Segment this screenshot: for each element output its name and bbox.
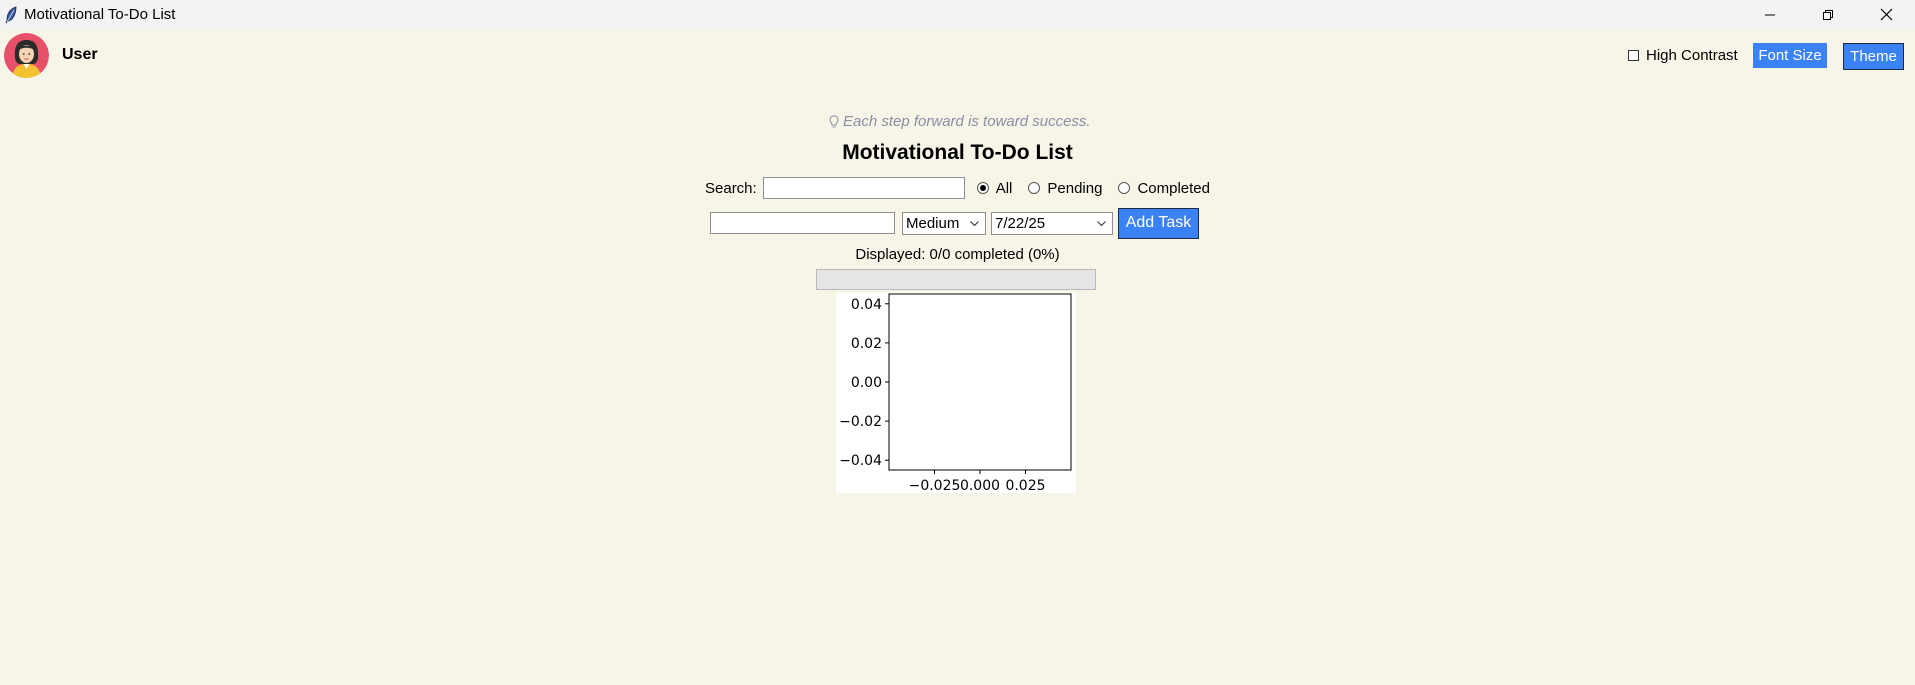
font-size-button[interactable]: Font Size: [1753, 43, 1827, 68]
status-text: Displayed: 0/0 completed (0%): [855, 246, 1060, 263]
close-button[interactable]: [1857, 0, 1915, 29]
filter-pending[interactable]: Pending: [1028, 180, 1102, 197]
priority-value: Medium: [906, 214, 960, 232]
minimize-button[interactable]: [1741, 0, 1799, 29]
chart-y-tick-label: −0.02: [839, 414, 882, 430]
filter-all-label: All: [995, 179, 1013, 197]
progress-bar: [816, 269, 1096, 290]
high-contrast-checkbox[interactable]: [1628, 50, 1639, 61]
page-title: Motivational To-Do List: [842, 141, 1073, 164]
search-input[interactable]: [762, 177, 965, 199]
chart-x-tick-label: 0.000: [960, 478, 1000, 493]
chart-x-tick-label: 0.025: [1005, 478, 1045, 493]
window-titlebar: Motivational To-Do List: [0, 0, 1915, 29]
restore-button[interactable]: [1799, 0, 1857, 29]
lightbulb-icon: [829, 114, 839, 129]
high-contrast-toggle[interactable]: High Contrast: [1628, 47, 1738, 64]
chevron-down-icon: [1097, 220, 1106, 226]
radio-pending[interactable]: [1028, 182, 1041, 194]
close-icon: [1880, 8, 1892, 21]
window-title: Motivational To-Do List: [24, 6, 176, 23]
filter-completed[interactable]: Completed: [1118, 180, 1210, 197]
chart-y-tick-label: 0.04: [851, 297, 882, 313]
quote-text: Each step forward is toward success.: [843, 113, 1091, 130]
progress-chart: 0.04 0.02 0.00 −0.02 −0.04 −0.025 0.000 0.025: [836, 292, 1076, 493]
chart-y-tick-label: 0.02: [851, 336, 882, 352]
avatar: [4, 33, 49, 78]
task-input[interactable]: [710, 212, 895, 234]
radio-all[interactable]: [976, 182, 989, 194]
motivational-quote: Each step forward is toward success.: [829, 113, 1091, 130]
search-label: Search:: [705, 179, 757, 197]
filter-all[interactable]: All: [976, 179, 1013, 197]
high-contrast-label: High Contrast: [1646, 47, 1738, 64]
search-filter-row: Search: All Pending Completed: [705, 176, 1226, 200]
chart-y-tick-label: 0.00: [851, 375, 882, 391]
add-task-button[interactable]: Add Task: [1118, 207, 1199, 239]
radio-completed[interactable]: [1118, 182, 1131, 194]
add-task-row: Medium 7/22/25 Add Task: [710, 207, 1199, 239]
filter-pending-label: Pending: [1047, 179, 1103, 197]
date-select[interactable]: 7/22/25: [991, 211, 1113, 235]
chart-x-tick-label: −0.025: [909, 478, 961, 493]
filter-completed-label: Completed: [1137, 179, 1210, 197]
chart-y-tick-label: −0.04: [839, 453, 882, 469]
minimize-icon: [1765, 14, 1775, 15]
chevron-down-icon: [970, 220, 979, 226]
restore-icon: [1823, 9, 1833, 20]
date-value: 7/22/25: [995, 214, 1046, 232]
priority-select[interactable]: Medium: [902, 211, 986, 235]
username: User: [62, 46, 98, 63]
feather-icon: [0, 0, 22, 29]
chart-plot-area: [888, 293, 1072, 471]
theme-button[interactable]: Theme: [1843, 43, 1904, 70]
